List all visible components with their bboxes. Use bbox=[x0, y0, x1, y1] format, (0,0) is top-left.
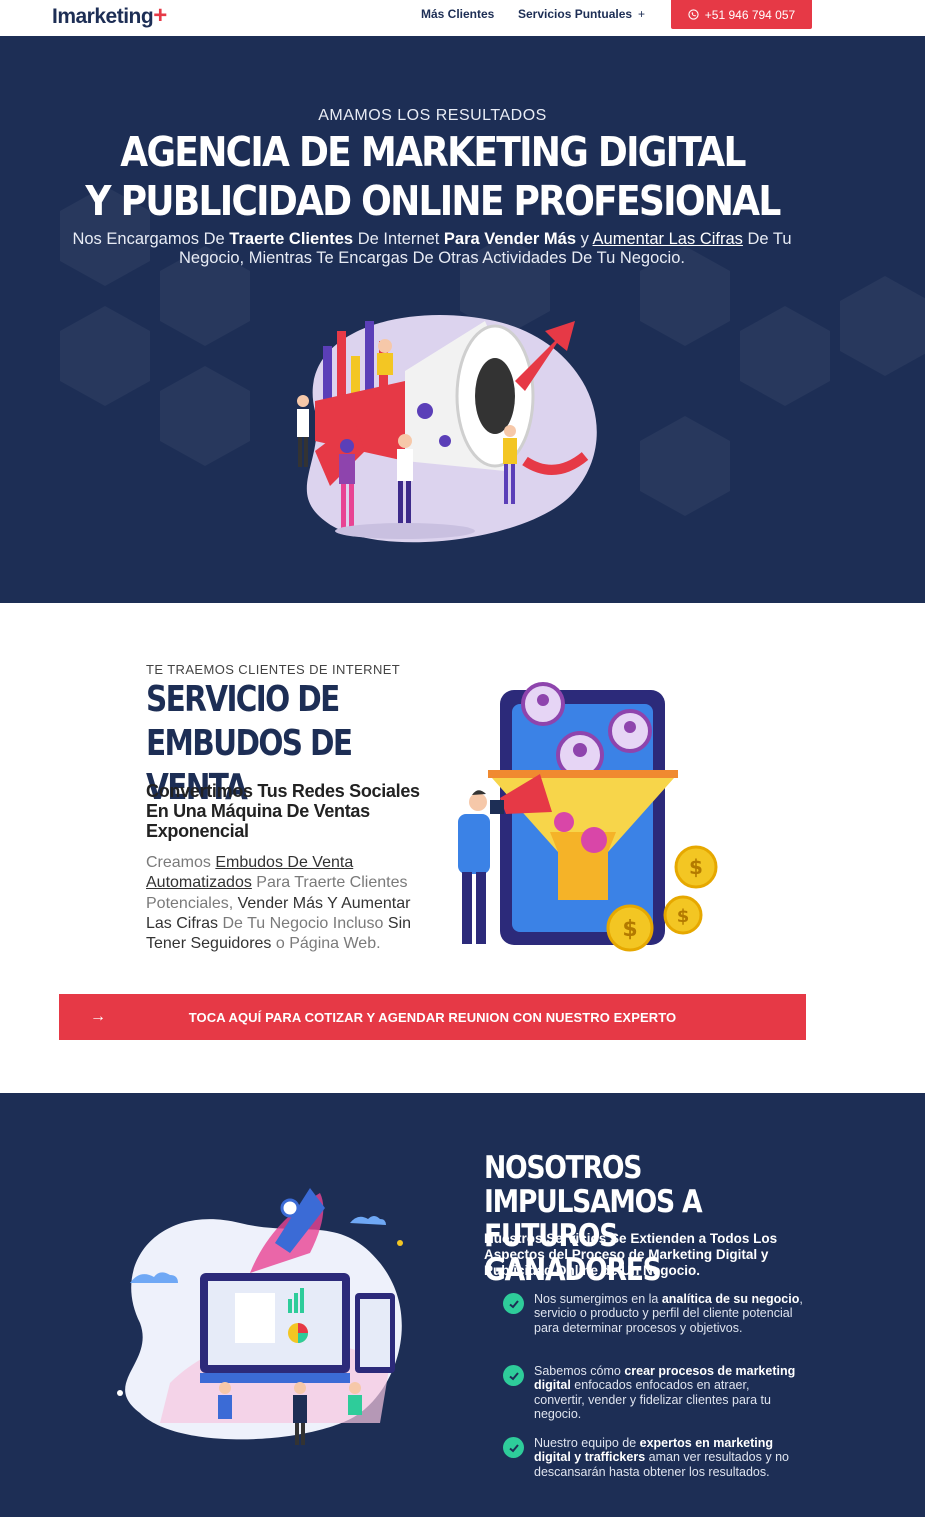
nav-servicios-puntuales[interactable]: Servicios Puntuales + bbox=[518, 7, 645, 21]
aumentar-cifras-link[interactable]: Aumentar Las Cifras bbox=[593, 230, 743, 248]
check-icon bbox=[503, 1293, 524, 1314]
check-icon bbox=[503, 1365, 524, 1386]
arrow-right-icon: → bbox=[90, 1008, 106, 1025]
nav-mas-clientes[interactable]: Más Clientes bbox=[421, 7, 494, 21]
megaphone-illustration bbox=[297, 315, 597, 543]
hero-eyebrow: AMAMOS LOS RESULTADOS bbox=[318, 107, 547, 124]
hex-bg bbox=[640, 416, 730, 516]
check-icon bbox=[503, 1437, 524, 1458]
funnel-body: Creamos Embudos De Venta Automatizados P… bbox=[146, 854, 412, 953]
hex-bg bbox=[840, 276, 925, 376]
hex-bg bbox=[60, 306, 150, 406]
feature-text: Nuestro equipo de expertos en marketing … bbox=[534, 1436, 789, 1479]
funnel-subtitle: Convertimos Tus Redes Sociales En Una Má… bbox=[146, 781, 420, 841]
feature-text: Sabemos cómo crear procesos de marketing… bbox=[534, 1364, 796, 1421]
whatsapp-button[interactable]: +51 946 794 057 bbox=[671, 0, 812, 29]
site-logo[interactable]: Imarketing+ bbox=[52, 2, 167, 30]
hero-section: AMAMOS LOS RESULTADOS AGENCIA DE MARKETI… bbox=[0, 36, 925, 603]
impulse-lead: Nuestros Servicios Se Extienden a Todos … bbox=[484, 1231, 778, 1278]
feature-text: Nos sumergimos en la analítica de su neg… bbox=[534, 1292, 803, 1335]
hero-title: AGENCIA DE MARKETING DIGITAL Y PUBLICIDA… bbox=[85, 128, 781, 225]
whatsapp-icon bbox=[688, 9, 699, 20]
funnel-eyebrow: TE TRAEMOS CLIENTES DE INTERNET bbox=[146, 662, 401, 677]
hex-bg bbox=[160, 366, 250, 466]
svg-text:$: $ bbox=[689, 855, 703, 879]
svg-text:$: $ bbox=[622, 917, 637, 942]
cta-quote-button[interactable]: → TOCA AQUÍ PARA COTIZAR Y AGENDAR REUNI… bbox=[59, 994, 806, 1040]
hero-subtitle: Nos Encargamos De Traerte Clientes De In… bbox=[72, 230, 792, 267]
feature-item: Nuestro equipo de expertos en marketing … bbox=[503, 1436, 803, 1479]
rocket-illustration bbox=[117, 1188, 403, 1445]
hex-bg bbox=[740, 306, 830, 406]
feature-item: Nos sumergimos en la analítica de su neg… bbox=[503, 1292, 803, 1335]
svg-text:$: $ bbox=[677, 906, 690, 927]
site-header: Imarketing+ Más Clientes Servicios Puntu… bbox=[0, 0, 925, 36]
cta-label: TOCA AQUÍ PARA COTIZAR Y AGENDAR REUNION… bbox=[188, 1009, 677, 1025]
impulse-section: NOSOTROS IMPULSAMOS A FUTUROS GANADORES … bbox=[0, 1093, 925, 1517]
sales-funnel-illustration: $ $ $ bbox=[458, 682, 718, 952]
plus-icon: + bbox=[638, 7, 646, 21]
feature-item: Sabemos cómo crear procesos de marketing… bbox=[503, 1364, 803, 1421]
